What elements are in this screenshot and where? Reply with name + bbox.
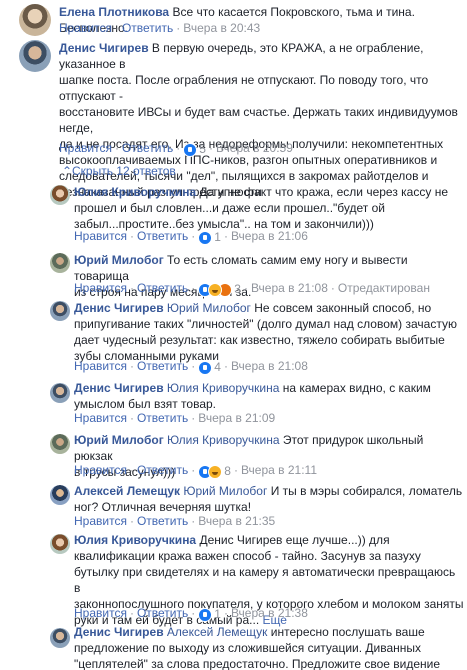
reply-button[interactable]: Ответить bbox=[137, 514, 188, 528]
avatar[interactable] bbox=[19, 4, 51, 36]
reply-time[interactable]: Вчера в 21:38 bbox=[231, 606, 308, 620]
reply-actions: Нравится · Ответить · Вчера в 21:35 bbox=[74, 514, 276, 528]
avatar[interactable] bbox=[50, 485, 70, 505]
comment-actions: Нравится · Ответить · Вчера в 20:43 bbox=[59, 21, 261, 35]
reply-button[interactable]: Ответить bbox=[137, 411, 188, 425]
like-button[interactable]: Нравится bbox=[74, 411, 127, 425]
reply-actions: Нравится · Ответить · 3 · Вчера в 21:08 · Отреда… bbox=[74, 281, 430, 297]
reply-actions: Нравится · Ответить · 1 · Вчера в 21:06 bbox=[74, 229, 308, 245]
reply-button[interactable]: Ответить bbox=[137, 606, 188, 620]
avatar[interactable] bbox=[50, 185, 70, 205]
comment-actions: Нравится · Ответить · 5 · Вчера в 20:59 bbox=[59, 141, 293, 157]
avatar[interactable] bbox=[50, 383, 70, 403]
reply-time[interactable]: Вчера в 21:08 bbox=[251, 281, 328, 295]
like-reaction-icon bbox=[198, 230, 213, 245]
reply-time[interactable]: Вчера в 21:08 bbox=[231, 359, 308, 373]
reactions[interactable]: 1 bbox=[198, 229, 221, 245]
reactions[interactable]: 5 bbox=[183, 141, 206, 157]
reply-body: Денис Чигирев Алексей Лемещук интересно … bbox=[74, 625, 441, 670]
avatar[interactable] bbox=[50, 301, 70, 321]
reply-author[interactable]: Юлия Криворучкина bbox=[74, 185, 196, 199]
avatar[interactable] bbox=[50, 628, 70, 648]
reply-body: Юлия Криворучкина Да и не факт что кража… bbox=[74, 185, 448, 231]
reply-author[interactable]: Алексей Лемещук bbox=[74, 484, 180, 498]
comment-author[interactable]: Денис Чигирев bbox=[59, 41, 149, 55]
reply-author[interactable]: Юлия Криворучкина bbox=[74, 533, 196, 547]
haha-reaction-icon bbox=[208, 282, 223, 297]
reply-body: Алексей Лемещук Юрий Милобог И ты в мэры… bbox=[74, 484, 463, 514]
like-button[interactable]: Нравится bbox=[59, 141, 112, 155]
reaction-count: 5 bbox=[199, 141, 206, 156]
like-reaction-icon bbox=[183, 142, 198, 157]
reply-actions: Нравится · Ответить · 1 · Вчера в 21:38 bbox=[74, 606, 308, 622]
reply-author[interactable]: Денис Чигирев bbox=[74, 381, 164, 395]
like-reaction-icon bbox=[198, 360, 213, 375]
collapse-arrow-icon: ⌃ bbox=[62, 164, 73, 178]
comment-author[interactable]: Елена Плотникова bbox=[59, 5, 169, 19]
reply-time[interactable]: Вчера в 21:09 bbox=[198, 411, 275, 425]
avatar[interactable] bbox=[19, 40, 51, 72]
like-button[interactable]: Нравится bbox=[59, 21, 112, 35]
reply-actions: Нравится · Ответить · Вчера в 21:09 bbox=[74, 411, 276, 425]
like-button[interactable]: Нравится bbox=[74, 606, 127, 620]
comment-time[interactable]: Вчера в 20:43 bbox=[183, 21, 260, 35]
reply-time[interactable]: Вчера в 21:11 bbox=[241, 463, 317, 477]
mention-link[interactable]: Алексей Лемещук bbox=[167, 625, 268, 639]
reply-button[interactable]: Ответить bbox=[137, 463, 188, 477]
comment-text-line: шапке поста. После ограбления не отпуска… bbox=[59, 73, 429, 103]
mention-link[interactable]: Юрий Милобог bbox=[183, 484, 267, 498]
hide-replies-link[interactable]: ⌃Скрыть 12 ответов bbox=[62, 163, 176, 179]
reactions[interactable]: 4 bbox=[198, 359, 221, 375]
edited-label[interactable]: Отредактирован bbox=[338, 281, 430, 295]
reply-author[interactable]: Юрий Милобог bbox=[74, 433, 164, 447]
mention-link[interactable]: Юлия Криворучкина bbox=[167, 433, 279, 447]
reactions[interactable]: 3 bbox=[198, 281, 241, 297]
reply-actions: Нравится · Ответить · 4 · Вчера в 21:08 bbox=[74, 359, 308, 375]
comment-time[interactable]: Вчера в 20:59 bbox=[216, 141, 293, 155]
reply-button[interactable]: Ответить bbox=[137, 359, 188, 373]
reply-body: Денис Чигирев Юрий Милобог Не совсем зак… bbox=[74, 301, 457, 363]
like-button[interactable]: Нравится bbox=[74, 359, 127, 373]
like-button[interactable]: Нравится bbox=[74, 463, 127, 477]
reply-author[interactable]: Денис Чигирев bbox=[74, 301, 164, 315]
like-button[interactable]: Нравится bbox=[74, 229, 127, 243]
reply-button[interactable]: Ответить bbox=[122, 141, 173, 155]
avatar[interactable] bbox=[50, 434, 70, 454]
haha-reaction-icon bbox=[208, 464, 223, 479]
like-button[interactable]: Нравится bbox=[74, 514, 127, 528]
reactions[interactable]: 1 bbox=[198, 606, 221, 622]
reply-button[interactable]: Ответить bbox=[122, 21, 173, 35]
reactions[interactable]: 8 bbox=[198, 463, 231, 479]
reply-button[interactable]: Ответить bbox=[137, 281, 188, 295]
avatar[interactable] bbox=[50, 534, 70, 554]
like-reaction-icon bbox=[198, 607, 213, 622]
avatar[interactable] bbox=[50, 253, 70, 273]
reply-actions: Нравится · Ответить · 8 · Вчера в 21:11 bbox=[74, 463, 317, 479]
reply-author[interactable]: Денис Чигирев bbox=[74, 625, 164, 639]
mention-link[interactable]: Юлия Криворучкина bbox=[167, 381, 279, 395]
reply-body: Денис Чигирев Юлия Криворучкина на камер… bbox=[74, 381, 431, 411]
reply-time[interactable]: Вчера в 21:35 bbox=[198, 514, 275, 528]
reply-author[interactable]: Юрий Милобог bbox=[74, 253, 164, 267]
reply-button[interactable]: Ответить bbox=[137, 229, 188, 243]
reply-time[interactable]: Вчера в 21:06 bbox=[231, 229, 308, 243]
like-button[interactable]: Нравится bbox=[74, 281, 127, 295]
mention-link[interactable]: Юрий Милобог bbox=[167, 301, 251, 315]
comment-text-line: восстановите ИВСы и будет вам счастье. Д… bbox=[59, 105, 458, 135]
